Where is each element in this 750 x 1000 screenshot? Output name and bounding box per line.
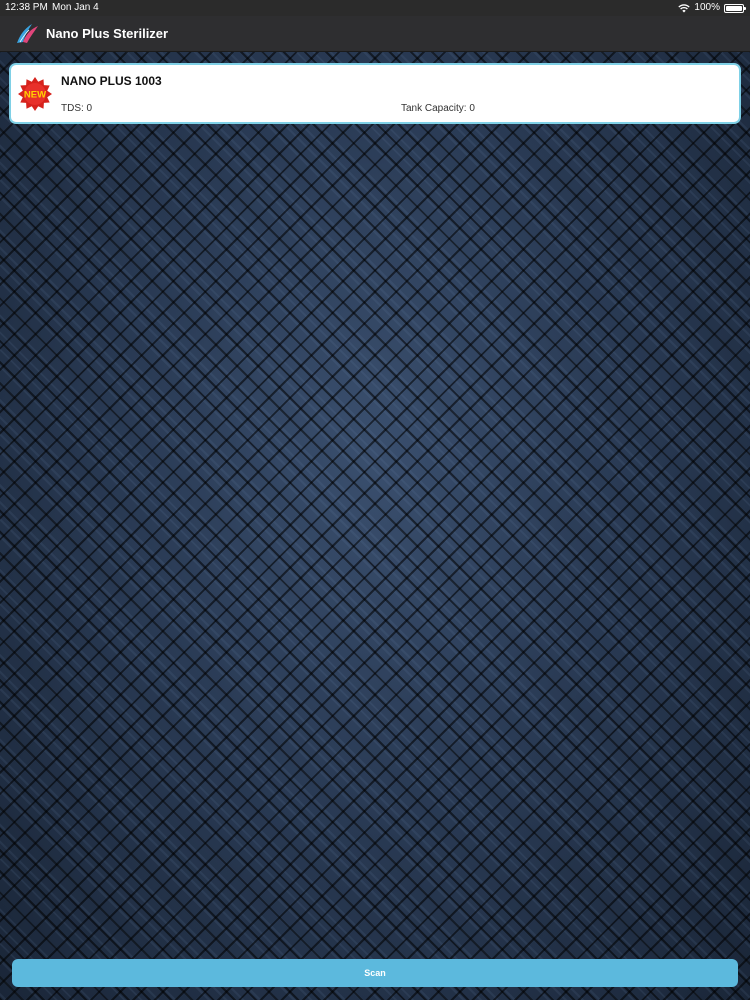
scan-button[interactable]: Scan xyxy=(12,959,738,987)
device-tank-capacity: Tank Capacity: 0 xyxy=(401,103,475,114)
status-indicators: 100% xyxy=(678,0,746,16)
status-date: Mon Jan 4 xyxy=(52,2,99,13)
navigation-bar: Nano Plus Sterilizer xyxy=(0,16,750,52)
app-logo-icon xyxy=(17,24,38,43)
battery-percent: 100% xyxy=(694,2,720,13)
status-time: 12:38 PM xyxy=(5,2,48,13)
new-badge-icon: NEW xyxy=(18,77,52,111)
app-title: Nano Plus Sterilizer xyxy=(46,26,169,41)
device-tds: TDS: 0 xyxy=(61,103,93,114)
device-name: NANO PLUS 1003 xyxy=(61,74,162,88)
new-badge-text: NEW xyxy=(24,90,46,101)
wifi-icon xyxy=(678,3,691,12)
device-list-item[interactable]: NEW NANO PLUS 1003 TDS: 0 Tank Capacity:… xyxy=(9,63,741,124)
battery-icon xyxy=(724,3,746,13)
status-bar: 12:38 PM Mon Jan 4 100% xyxy=(0,0,750,16)
